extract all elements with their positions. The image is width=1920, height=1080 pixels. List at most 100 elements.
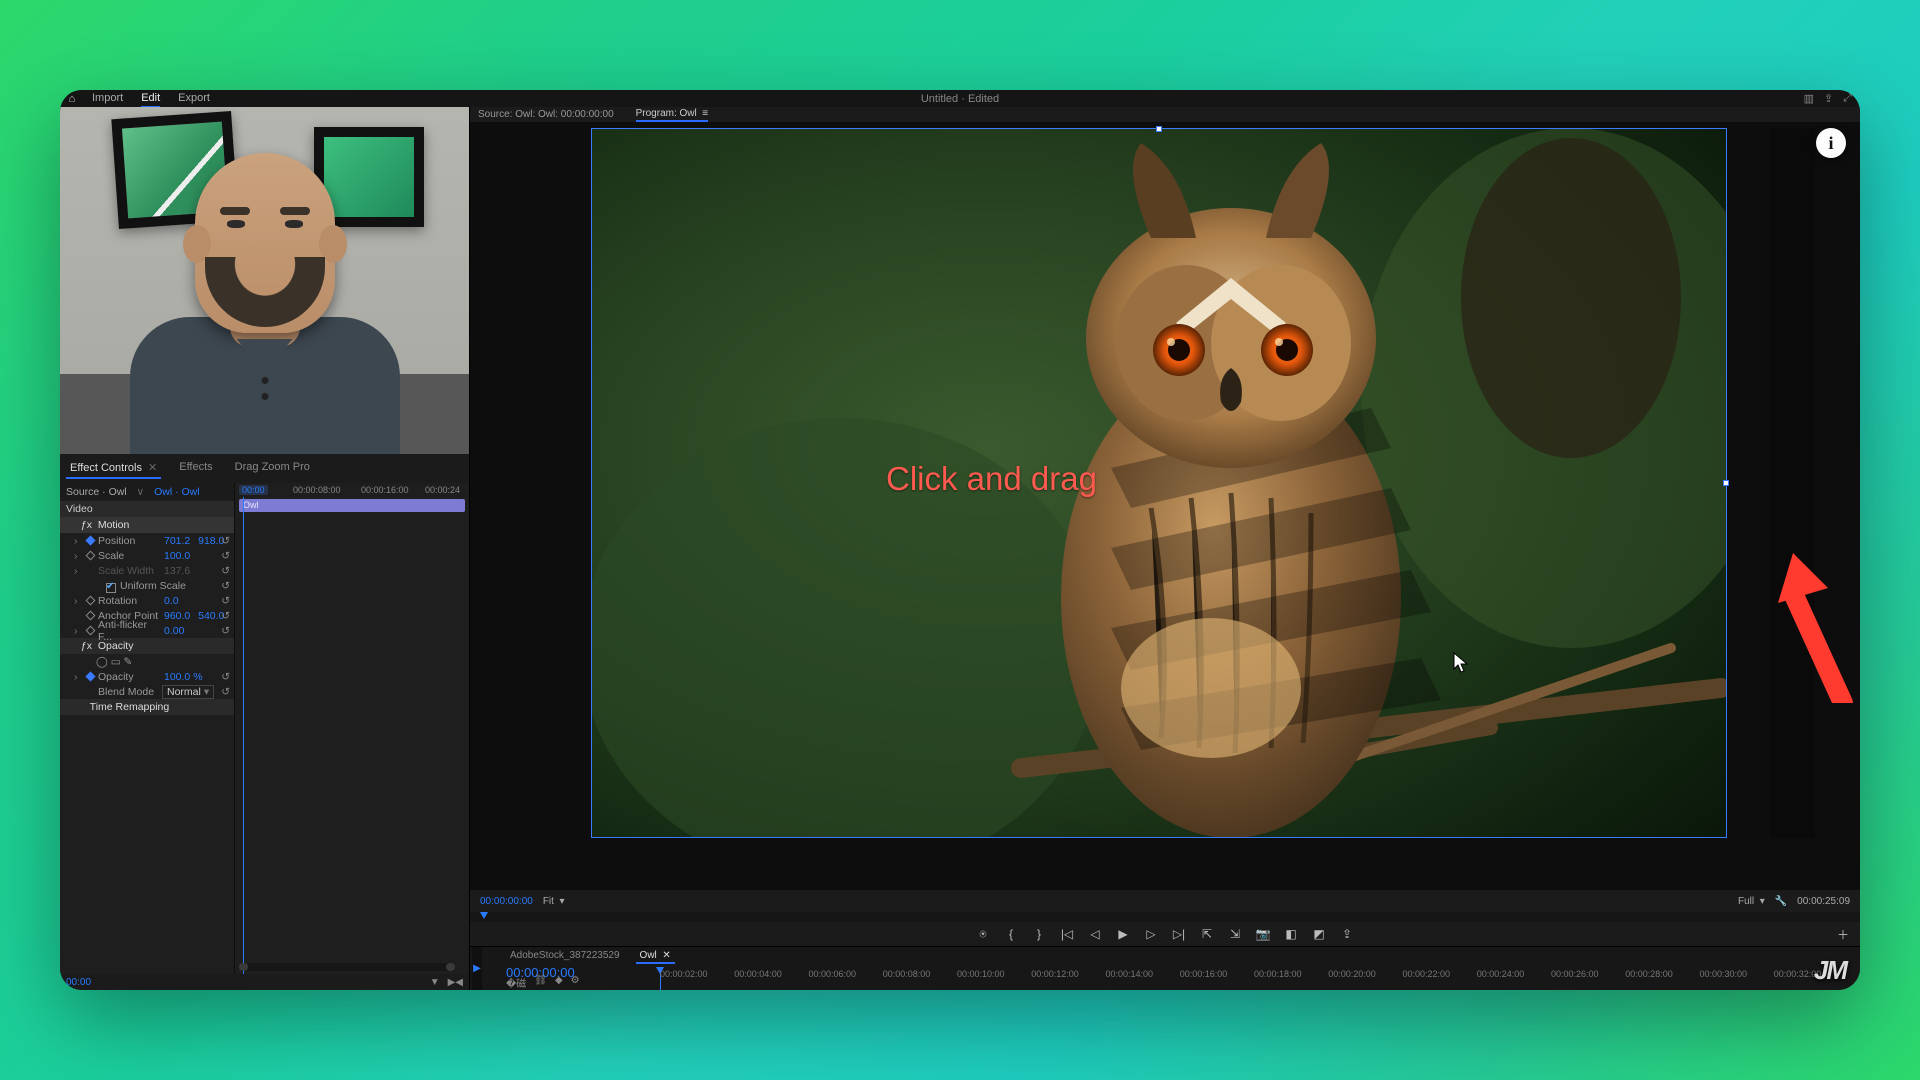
lift-icon[interactable]: ⇱	[1200, 927, 1214, 941]
tab-import[interactable]: Import	[92, 90, 123, 108]
reset-icon[interactable]	[221, 580, 230, 592]
close-icon[interactable]: ✕	[148, 462, 157, 474]
keyframe-toggle[interactable]	[84, 550, 96, 562]
prop-blend-mode[interactable]: Blend Mode Normal ▾	[60, 684, 234, 699]
ruler-tick: 00:00:30:00	[1700, 969, 1748, 979]
timeline-collapse-icon[interactable]: ▶	[472, 947, 482, 990]
prop-uniform-scale[interactable]: Uniform Scale	[60, 578, 234, 593]
reset-icon[interactable]	[221, 625, 230, 637]
rect-mask-icon[interactable]: ▭	[111, 656, 121, 668]
annotation-text: Click and drag	[886, 460, 1097, 498]
program-monitor-tab[interactable]: Program: Owl ≡	[636, 108, 709, 122]
fx-playhead-line[interactable]	[243, 497, 244, 974]
program-scrubber[interactable]	[470, 912, 1860, 922]
info-badge-icon[interactable]: i	[1816, 128, 1846, 158]
reset-icon[interactable]	[221, 595, 230, 607]
fx-footer: 00:00 ▼ ▶◀	[60, 974, 469, 990]
prop-position[interactable]: › Position 701.2 918.0	[60, 533, 234, 548]
tab-effects[interactable]: Effects	[175, 458, 216, 479]
mark-in-icon[interactable]: {	[1004, 927, 1018, 941]
opacity-masks[interactable]: ◯ ▭ ✎	[60, 654, 234, 669]
share-icon[interactable]: ⇪	[1340, 927, 1354, 941]
tab-drag-zoom-pro[interactable]: Drag Zoom Pro	[231, 458, 314, 479]
keyframe-toggle[interactable]	[84, 671, 96, 683]
duration-timecode: 00:00:25:09	[1797, 896, 1850, 907]
fullscreen-icon[interactable]: ⤢	[1843, 92, 1852, 105]
home-icon[interactable]: ⌂	[60, 93, 84, 105]
sequence-tab-owl[interactable]: Owl ✕	[636, 949, 675, 964]
video-header: Video	[60, 501, 234, 517]
program-monitor[interactable]: i	[470, 122, 1860, 890]
reset-icon[interactable]	[221, 686, 230, 698]
prop-antiflicker[interactable]: › Anti-flicker F... 0.00	[60, 623, 234, 638]
timeline-ruler[interactable]: 00:00:02:0000:00:04:0000:00:06:0000:00:0…	[660, 969, 1848, 989]
keyframe-toggle[interactable]	[84, 610, 96, 622]
prop-rotation[interactable]: › Rotation 0.0	[60, 593, 234, 608]
button-editor-icon[interactable]: ＋	[1836, 927, 1850, 941]
go-to-out-icon[interactable]: ▷|	[1172, 927, 1186, 941]
share-icon[interactable]: ⇪	[1824, 92, 1833, 105]
tab-edit[interactable]: Edit	[141, 90, 160, 108]
ruler-tick: 00:00:26:00	[1551, 969, 1599, 979]
program-canvas[interactable]: Click and drag	[591, 128, 1727, 838]
time-remapping-section[interactable]: Time Remapping	[60, 699, 234, 715]
export-frame-icon[interactable]: 📷	[1256, 927, 1270, 941]
ruler-tick: 00:00:10:00	[957, 969, 1005, 979]
marker-tool-icon[interactable]: ◆	[555, 975, 563, 990]
fx-clip-bar[interactable]: Owl	[239, 499, 465, 512]
current-timecode[interactable]: 00:00:00:00	[480, 896, 533, 907]
proxy-icon[interactable]: ◩	[1312, 927, 1326, 941]
reset-icon[interactable]	[221, 550, 230, 562]
keyframe-toggle[interactable]	[84, 595, 96, 607]
source-monitor-tab[interactable]: Source: Owl: Owl: 00:00:00:00	[478, 109, 614, 120]
prop-opacity[interactable]: › Opacity 100.0 %	[60, 669, 234, 684]
prop-scale-width: › Scale Width 137.6	[60, 563, 234, 578]
playhead-marker[interactable]	[480, 912, 488, 919]
snap-icon[interactable]: �磁	[506, 975, 526, 990]
wrench-icon[interactable]: 🔧	[1775, 896, 1787, 907]
uniform-scale-checkbox[interactable]	[106, 583, 116, 593]
keyframe-toggle[interactable]	[84, 535, 96, 547]
settings-icon[interactable]: ⚙	[571, 975, 580, 990]
app-window: ⌂ Import Edit Export Untitled · Edited ▥…	[60, 90, 1860, 990]
linked-sel-icon[interactable]: ⛓	[534, 975, 547, 990]
reset-icon[interactable]	[221, 610, 230, 622]
ruler-tick: 00:00:12:00	[1031, 969, 1079, 979]
tab-export[interactable]: Export	[178, 90, 210, 108]
motion-section[interactable]: ƒx Motion	[60, 517, 234, 533]
fx-scrollbar[interactable]	[239, 963, 455, 971]
compare-icon[interactable]: ◧	[1284, 927, 1298, 941]
clip-link[interactable]: Owl · Owl	[154, 486, 200, 498]
add-marker-icon[interactable]: ⍟	[976, 927, 990, 941]
play-icon[interactable]: ▶	[1116, 927, 1130, 941]
fx-playhead-tc[interactable]: 00:00	[239, 485, 268, 495]
zoom-select[interactable]: Fit ▾	[543, 896, 565, 907]
timeline-tools: �磁 ⛓ ◆ ⚙	[506, 975, 580, 990]
workspace-icon[interactable]: ▥	[1804, 92, 1814, 105]
keyframe-toggle[interactable]	[84, 625, 96, 637]
fx-timeline[interactable]: 00:00 00:00:08:00 00:00:16:00 00:00:24 O…	[235, 483, 469, 974]
reset-icon[interactable]	[221, 565, 230, 577]
panel-tabs: Effect Controls ✕ Effects Drag Zoom Pro	[60, 454, 469, 483]
prop-scale[interactable]: › Scale 100.0	[60, 548, 234, 563]
step-back-icon[interactable]: ◁	[1088, 927, 1102, 941]
transport-controls: ⍟ { } |◁ ◁ ▶ ▷ ▷| ⇱ ⇲ 📷 ◧ ◩ ⇪ ＋	[470, 922, 1860, 946]
sequence-tab-stock[interactable]: AdobeStock_387223529	[506, 949, 624, 964]
reset-icon[interactable]	[221, 535, 230, 547]
mark-out-icon[interactable]: }	[1032, 927, 1046, 941]
tab-effect-controls[interactable]: Effect Controls ✕	[66, 458, 161, 479]
extract-icon[interactable]: ⇲	[1228, 927, 1242, 941]
effects-toggle-icon[interactable]: ▶◀	[448, 977, 463, 988]
pen-mask-icon[interactable]: ✎	[124, 656, 133, 668]
filter-icon[interactable]: ▼	[430, 977, 440, 988]
ruler-tick: 00:00:14:00	[1106, 969, 1154, 979]
step-fwd-icon[interactable]: ▷	[1144, 927, 1158, 941]
watermark-logo: JM	[1814, 955, 1846, 986]
timeline-panel[interactable]: ▶ AdobeStock_387223529 Owl ✕ 00:00:00:00…	[470, 946, 1860, 990]
go-to-in-icon[interactable]: |◁	[1060, 927, 1074, 941]
ellipse-mask-icon[interactable]: ◯	[96, 656, 108, 668]
ruler-tick: 00:00:04:00	[734, 969, 782, 979]
reset-icon[interactable]	[221, 671, 230, 683]
quality-select[interactable]: Full ▾	[1738, 896, 1765, 907]
ruler-tick: 00:00:06:00	[809, 969, 857, 979]
